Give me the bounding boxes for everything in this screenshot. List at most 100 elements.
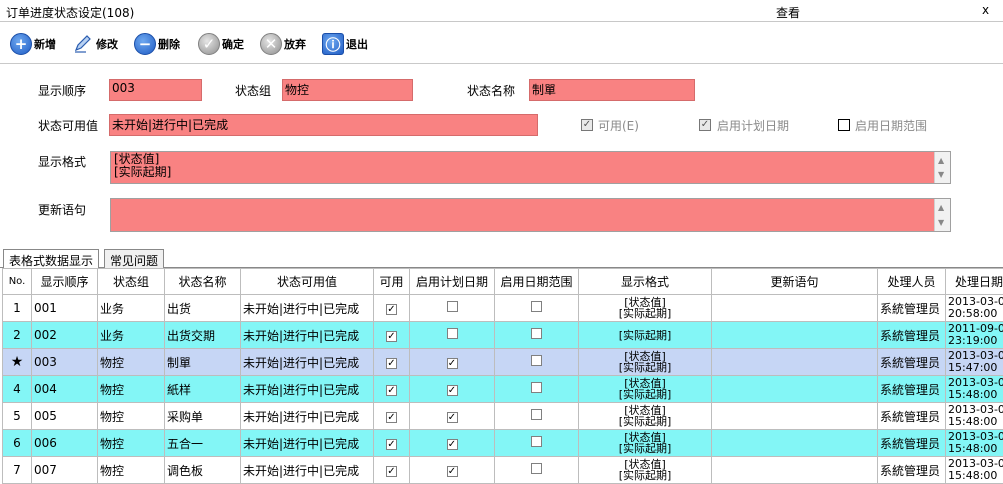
cell-date: 2013-03-015:48:00	[946, 457, 1003, 484]
col-header[interactable]: 启用计划日期	[410, 269, 495, 295]
cell-name: 制單	[165, 349, 241, 376]
name-field[interactable]: 制單	[529, 79, 695, 101]
cell-update	[712, 295, 878, 322]
cell-group: 物控	[98, 457, 165, 484]
format-label: 显示格式	[38, 153, 86, 170]
update-scrollbar[interactable]: ▲ ▼	[934, 199, 950, 231]
x-circle-icon: ✕	[260, 33, 282, 55]
table-row[interactable]: 7 007 物控 调色板 未开始|进行中|已完成 ✓ ✓ [状态值][实际起期]…	[3, 457, 1003, 484]
col-header[interactable]: 显示顺序	[32, 269, 98, 295]
cell-group: 业务	[98, 295, 165, 322]
enabled-checkbox[interactable]: ✓	[386, 466, 397, 477]
confirm-button[interactable]: ✓ 确定	[198, 31, 244, 57]
enabled-checkbox[interactable]: ✓	[386, 412, 397, 423]
cell-user: 系統管理员	[878, 376, 946, 403]
format-textarea[interactable]: [状态值] [实际起期] ▲ ▼	[110, 151, 951, 184]
group-field[interactable]: 物控	[282, 79, 413, 101]
col-header[interactable]: 启用日期范围	[495, 269, 579, 295]
table-row[interactable]: 1 001 业务 出货 未开始|进行中|已完成 ✓ [状态值][实际起期] 系統…	[3, 295, 1003, 322]
update-textarea[interactable]: ▲ ▼	[110, 198, 951, 232]
enabled-checkbox[interactable]: ✓	[386, 304, 397, 315]
plan-date-checkbox[interactable]	[447, 301, 458, 312]
date-range-checkbox[interactable]	[531, 328, 542, 339]
plan-date-checkbox[interactable]: ✓	[699, 119, 711, 131]
date-range-checkbox[interactable]	[531, 301, 542, 312]
row-number: 5	[3, 403, 32, 430]
date-range-checkbox[interactable]	[531, 436, 542, 447]
grid-header-row: No. 显示顺序 状态组 状态名称 状态可用值 可用 启用计划日期 启用日期范围…	[3, 269, 1003, 295]
cell-values: 未开始|进行中|已完成	[241, 295, 374, 322]
order-field[interactable]: 003	[109, 79, 202, 101]
detail-form: 显示顺序 003 状态组 物控 状态名称 制單 状态可用值 未开始|进行中|已完…	[0, 64, 1003, 246]
cell-values: 未开始|进行中|已完成	[241, 349, 374, 376]
cell-group: 物控	[98, 376, 165, 403]
cell-date: 2011-09-023:19:00	[946, 322, 1003, 349]
cell-user: 系統管理员	[878, 457, 946, 484]
tab-faq[interactable]: 常见问题	[104, 249, 164, 268]
col-header[interactable]: 状态可用值	[241, 269, 374, 295]
table-row-selected[interactable]: ★ 003 物控 制單 未开始|进行中|已完成 ✓ ✓ [状态值][实际起期] …	[3, 349, 1003, 376]
view-mode-label: 查看	[776, 4, 800, 21]
enabled-checkbox[interactable]: ✓	[386, 358, 397, 369]
cell-update	[712, 349, 878, 376]
col-header[interactable]: 处理日期	[946, 269, 1003, 295]
date-range-checkbox[interactable]	[531, 409, 542, 420]
col-header[interactable]: 显示格式	[579, 269, 712, 295]
enabled-checkbox[interactable]: ✓	[386, 439, 397, 450]
tab-strip: 表格式数据显示 常见问题	[0, 248, 1003, 268]
update-label: 更新语句	[38, 201, 86, 218]
cell-update	[712, 322, 878, 349]
tab-grid-view[interactable]: 表格式数据显示	[3, 249, 99, 268]
col-header[interactable]: 可用	[374, 269, 410, 295]
scroll-down-icon[interactable]: ▼	[938, 216, 944, 229]
values-field[interactable]: 未开始|进行中|已完成	[109, 114, 538, 136]
title-bar: 订单进度状态设定(108) 查看 x	[0, 0, 1003, 22]
edit-button[interactable]: 修改	[72, 31, 118, 57]
table-row[interactable]: 6 006 物控 五合一 未开始|进行中|已完成 ✓ ✓ [状态值][实际起期]…	[3, 430, 1003, 457]
col-header[interactable]: 状态名称	[165, 269, 241, 295]
info-icon: ⓘ	[322, 33, 344, 55]
table-row[interactable]: 2 002 业务 出货交期 未开始|进行中|已完成 ✓ [实际起期] 系統管理员…	[3, 322, 1003, 349]
delete-button[interactable]: − 删除	[134, 31, 180, 57]
enabled-checkbox[interactable]: ✓	[386, 385, 397, 396]
col-header[interactable]: 状态组	[98, 269, 165, 295]
plan-date-checkbox[interactable]: ✓	[447, 412, 458, 423]
exit-button[interactable]: ⓘ 退出	[322, 31, 368, 57]
enabled-checkbox[interactable]: ✓	[386, 331, 397, 342]
cell-name: 出货	[165, 295, 241, 322]
scroll-up-icon[interactable]: ▲	[938, 154, 944, 167]
scroll-up-icon[interactable]: ▲	[938, 201, 944, 214]
cell-date: 2013-03-015:47:00	[946, 349, 1003, 376]
col-header[interactable]: 更新语句	[712, 269, 878, 295]
plan-date-checkbox[interactable]	[447, 328, 458, 339]
new-button[interactable]: + 新增	[10, 31, 56, 57]
data-grid: No. 显示顺序 状态组 状态名称 状态可用值 可用 启用计划日期 启用日期范围…	[2, 268, 1003, 484]
cell-order: 001	[32, 295, 98, 322]
plan-date-checkbox[interactable]: ✓	[447, 385, 458, 396]
cell-order: 006	[32, 430, 98, 457]
plan-date-checkbox[interactable]: ✓	[447, 439, 458, 450]
plus-circle-icon: +	[10, 33, 32, 55]
date-range-checkbox[interactable]	[531, 355, 542, 366]
format-scrollbar[interactable]: ▲ ▼	[934, 152, 950, 183]
cell-format: [状态值][实际起期]	[579, 403, 712, 430]
cell-user: 系統管理员	[878, 430, 946, 457]
scroll-down-icon[interactable]: ▼	[938, 168, 944, 181]
date-range-label: 启用日期范围	[855, 117, 927, 134]
plan-date-checkbox[interactable]: ✓	[447, 466, 458, 477]
table-row[interactable]: 4 004 物控 紙样 未开始|进行中|已完成 ✓ ✓ [状态值][实际起期] …	[3, 376, 1003, 403]
cell-user: 系統管理员	[878, 295, 946, 322]
cell-order: 007	[32, 457, 98, 484]
date-range-checkbox[interactable]	[838, 119, 850, 131]
edit-button-label: 修改	[96, 36, 118, 52]
col-header[interactable]: 处理人员	[878, 269, 946, 295]
discard-button[interactable]: ✕ 放弃	[260, 31, 306, 57]
plan-date-checkbox[interactable]: ✓	[447, 358, 458, 369]
enabled-checkbox[interactable]: ✓	[581, 119, 593, 131]
date-range-checkbox[interactable]	[531, 463, 542, 474]
col-header[interactable]: No.	[3, 269, 32, 295]
table-row[interactable]: 5 005 物控 采购单 未开始|进行中|已完成 ✓ ✓ [状态值][实际起期]…	[3, 403, 1003, 430]
close-button[interactable]: x	[982, 3, 989, 17]
cell-update	[712, 457, 878, 484]
date-range-checkbox[interactable]	[531, 382, 542, 393]
